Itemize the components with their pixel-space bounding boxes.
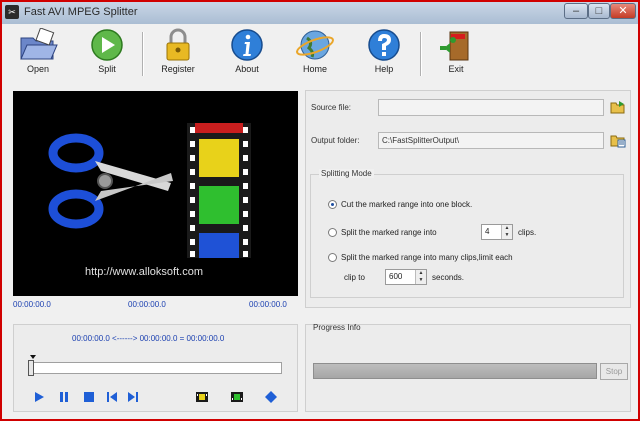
seconds-spinner[interactable]: 600 ▲ ▼: [385, 269, 427, 285]
play-icon[interactable]: [32, 390, 46, 404]
clip-to-label: clip to: [344, 273, 365, 282]
title-bar: ✂ Fast AVI MPEG Splitter – □ ✕: [2, 2, 638, 24]
open-button[interactable]: Open: [13, 28, 63, 80]
preview-url: http://www.alloksoft.com: [85, 266, 203, 278]
progress-bar: [313, 363, 597, 379]
exit-button[interactable]: Exit: [431, 28, 481, 80]
exit-label: Exit: [448, 64, 464, 74]
video-preview: http://www.alloksoft.com: [13, 91, 298, 296]
close-button[interactable]: ✕: [610, 3, 636, 19]
pause-icon[interactable]: [57, 390, 71, 404]
open-label: Open: [26, 64, 50, 74]
toolbar: Open Split Register About Home Help Exit: [2, 24, 638, 82]
output-folder-field[interactable]: C:\FastSplitterOutput\: [378, 132, 604, 149]
clips-count-value: 4: [485, 227, 490, 236]
help-label: Help: [374, 64, 394, 74]
option-limit-seconds-label: Split the marked range into many clips,l…: [341, 253, 513, 262]
play-circle-icon: [91, 29, 123, 61]
radio-limit-seconds[interactable]: [328, 253, 337, 262]
mark-start-icon[interactable]: [195, 390, 209, 404]
option-one-block-label: Cut the marked range into one block.: [341, 200, 473, 209]
about-button[interactable]: About: [222, 28, 272, 80]
next-frame-icon[interactable]: [126, 390, 140, 404]
split-button[interactable]: Split: [82, 28, 132, 80]
toolbar-separator: [420, 32, 422, 76]
open-folder-icon: [20, 28, 58, 60]
maximize-button[interactable]: □: [588, 3, 610, 19]
help-icon: [368, 29, 400, 61]
radio-n-clips[interactable]: [328, 228, 337, 237]
start-timecode: 00:00:00.0: [13, 300, 51, 309]
clips-unit-label: clips.: [518, 228, 537, 237]
radio-one-block[interactable]: [328, 200, 337, 209]
previous-frame-icon[interactable]: [105, 390, 119, 404]
timeline-slider-thumb[interactable]: [28, 360, 34, 376]
scissors-app-icon: ✂: [5, 5, 19, 19]
clips-count-spinner[interactable]: 4 ▲ ▼: [481, 224, 513, 240]
help-button[interactable]: Help: [359, 28, 409, 80]
stop-icon[interactable]: [82, 390, 96, 404]
register-button[interactable]: Register: [153, 28, 203, 80]
source-file-label: Source file:: [311, 103, 352, 112]
globe-icon: [296, 30, 334, 60]
home-label: Home: [302, 64, 327, 74]
end-timecode: 00:00:00.0: [249, 300, 287, 309]
preview-timecodes: 00:00:00.0 00:00:00.0 00:00:00.0: [13, 300, 298, 312]
exit-door-icon: [440, 31, 469, 61]
position-marker-icon: [30, 355, 36, 359]
spinner-arrows-icon[interactable]: ▲ ▼: [415, 270, 426, 284]
split-label: Split: [98, 64, 116, 74]
info-icon: [231, 29, 263, 61]
toolbar-separator: [142, 32, 144, 76]
stop-button[interactable]: Stop: [600, 363, 628, 380]
go-to-marker-icon[interactable]: [264, 390, 278, 404]
timeline-slider[interactable]: [28, 362, 282, 374]
range-timecode: 00:00:00.0 <------> 00:00:00.0 = 00:00:0…: [72, 334, 225, 343]
progress-info-title: Progress Info: [313, 323, 361, 332]
mark-end-icon[interactable]: [230, 390, 244, 404]
minimize-button[interactable]: –: [564, 3, 588, 19]
seconds-value: 600: [389, 272, 403, 281]
home-button[interactable]: Home: [290, 28, 340, 80]
register-label: Register: [161, 64, 195, 74]
seconds-unit-label: seconds.: [432, 273, 465, 282]
output-folder-label: Output folder:: [311, 136, 360, 145]
about-label: About: [235, 64, 259, 74]
splitting-mode-title: Splitting Mode: [319, 169, 374, 178]
option-n-clips-label: Split the marked range into: [341, 228, 437, 237]
browse-output-icon[interactable]: [610, 132, 626, 148]
padlock-icon: [166, 28, 190, 61]
source-file-field[interactable]: [378, 99, 604, 116]
spinner-arrows-icon[interactable]: ▲ ▼: [501, 225, 512, 239]
browse-source-icon[interactable]: [610, 99, 626, 115]
main-window: ✂ Fast AVI MPEG Splitter – □ ✕ Open Spli…: [0, 0, 640, 421]
window-title: Fast AVI MPEG Splitter: [24, 6, 138, 18]
current-timecode: 00:00:00.0: [128, 300, 166, 309]
